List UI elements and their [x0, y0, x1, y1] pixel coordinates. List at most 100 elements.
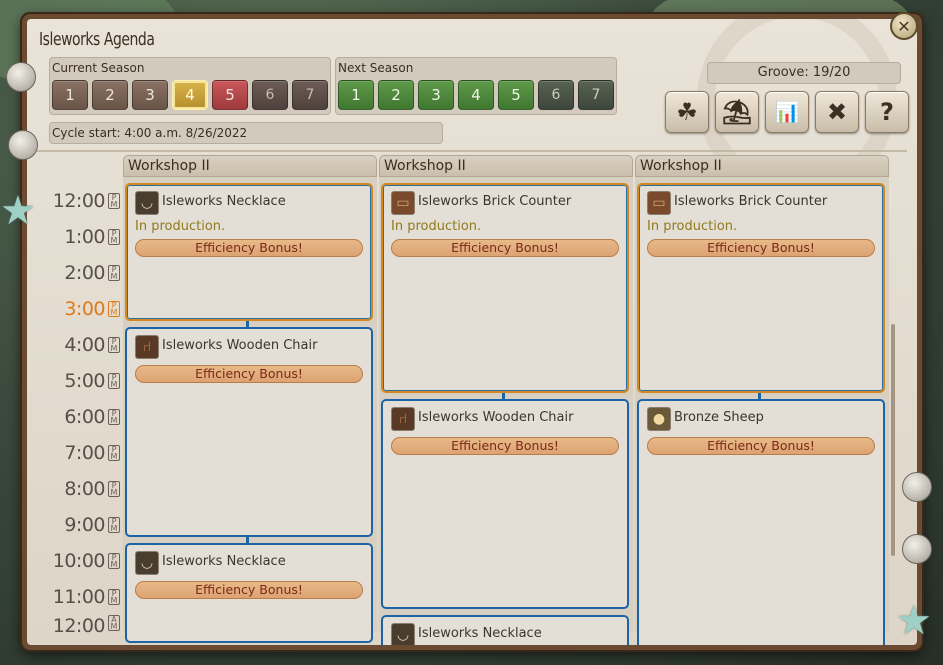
brick-counter-icon: ▭	[647, 191, 671, 215]
pm-indicator-icon: PM	[108, 517, 120, 533]
rest-day-number: 7	[591, 87, 601, 103]
item-name: Bronze Sheep	[674, 410, 764, 425]
next-season-day-4[interactable]: 4	[458, 80, 494, 110]
pm-indicator-icon: PM	[108, 337, 120, 353]
workshop-header: Workshop II	[123, 155, 377, 177]
time-label: 11:00	[52, 586, 106, 608]
wooden-chair-icon: ⑁	[391, 407, 415, 431]
workshop-header: Workshop II	[379, 155, 633, 177]
time-row: 1:00 P M	[27, 219, 122, 255]
item-name: Isleworks Wooden Chair	[418, 410, 574, 425]
cancel-icon[interactable]: ✖	[815, 91, 859, 133]
bronze-sheep-icon: ●	[647, 407, 671, 431]
next-season-panel: Next Season 1 2 3 4 5 6 7	[335, 57, 617, 115]
workshop-column-1: Workshop II ◡ Isleworks Necklace In prod…	[123, 151, 377, 643]
next-season-day-6-rest[interactable]: 6	[538, 80, 574, 110]
item-name: Isleworks Brick Counter	[674, 194, 828, 209]
time-row: 12:00 P M	[27, 183, 122, 219]
time-label: 9:00	[64, 514, 105, 536]
production-status: In production.	[391, 219, 482, 234]
next-season-day-3[interactable]: 3	[418, 80, 454, 110]
schedule-slot[interactable]: ▭ Isleworks Brick Counter In production.…	[381, 183, 629, 393]
groove-status: Groove: 19/20	[707, 62, 901, 84]
next-season-day-1[interactable]: 1	[338, 80, 374, 110]
current-season-day-3[interactable]: 3	[132, 80, 168, 110]
efficiency-bonus-badge: Efficiency Bonus!	[135, 581, 363, 599]
production-status: In production.	[135, 219, 226, 234]
pm-indicator-icon: PM	[108, 229, 120, 245]
workshop-column-2: Workshop II ▭ Isleworks Brick Counter In…	[379, 151, 633, 645]
current-season-panel: Current Season 1 2 3 4 5 6 7	[49, 57, 331, 115]
shell-ornament-icon	[902, 534, 932, 564]
efficiency-bonus-badge: Efficiency Bonus!	[135, 365, 363, 383]
shell-ornament-icon	[6, 62, 36, 92]
time-row: 12:00 A M	[27, 615, 122, 635]
next-season-day-2[interactable]: 2	[378, 80, 414, 110]
help-icon[interactable]: ?	[865, 91, 909, 133]
current-season-day-1[interactable]: 1	[52, 80, 88, 110]
pm-indicator-icon: PM	[108, 445, 120, 461]
item-name: Isleworks Brick Counter	[418, 194, 572, 209]
efficiency-bonus-badge: Efficiency Bonus!	[391, 239, 619, 257]
next-season-day-5[interactable]: 5	[498, 80, 534, 110]
pm-indicator-icon: PM	[108, 301, 120, 317]
time-row-current: 3:00 P M	[27, 291, 122, 327]
shell-ornament-icon	[8, 130, 38, 160]
pm-indicator-icon: PM	[108, 409, 120, 425]
toolbar: ☘ ⛱ 📊 ✖ ?	[665, 91, 909, 133]
time-row: 9:00 P M	[27, 507, 122, 543]
current-time-label: 3:00	[64, 298, 105, 320]
scrollbar[interactable]	[891, 324, 895, 556]
starfish-ornament-icon: ★	[896, 598, 932, 644]
item-name: Isleworks Necklace	[162, 554, 286, 569]
rest-day-number: 7	[305, 87, 315, 103]
necklace-icon: ◡	[391, 623, 415, 645]
schedule-slot[interactable]: ◡ Isleworks Necklace In production. Effi…	[125, 183, 373, 321]
current-season-day-6-rest[interactable]: 6	[252, 80, 288, 110]
time-row: 8:00 P M	[27, 471, 122, 507]
schedule-slot[interactable]: ⑁ Isleworks Wooden Chair Efficiency Bonu…	[381, 399, 629, 609]
time-label: 8:00	[64, 478, 105, 500]
pm-indicator-icon: PM	[108, 373, 120, 389]
schedule-slot[interactable]: ◡ Isleworks Necklace	[381, 615, 629, 645]
season-palette-icon[interactable]: ☘	[665, 91, 709, 133]
schedule-slot[interactable]: ⑁ Isleworks Wooden Chair Efficiency Bonu…	[125, 327, 373, 537]
time-label: 7:00	[64, 442, 105, 464]
close-icon[interactable]: ✕	[890, 12, 918, 40]
isleworks-agenda-window: Isleworks Agenda Current Season 1 2 3 4 …	[22, 14, 922, 650]
current-season-day-4-selected[interactable]: 4	[172, 80, 208, 110]
schedule-slot[interactable]: ◡ Isleworks Necklace Efficiency Bonus!	[125, 543, 373, 643]
workshop-column-3: Workshop II ▭ Isleworks Brick Counter In…	[635, 151, 889, 645]
time-row: 2:00 P M	[27, 255, 122, 291]
wooden-chair-icon: ⑁	[135, 335, 159, 359]
time-row: 11:00 P M	[27, 579, 122, 615]
time-label: 4:00	[64, 334, 105, 356]
time-row: 6:00 P M	[27, 399, 122, 435]
rest-day-number: 6	[265, 87, 275, 103]
current-season-day-2[interactable]: 2	[92, 80, 128, 110]
time-label: 10:00	[52, 550, 106, 572]
item-name: Isleworks Wooden Chair	[162, 338, 318, 353]
workshop-header: Workshop II	[635, 155, 889, 177]
schedule-slot[interactable]: ● Bronze Sheep Efficiency Bonus!	[637, 399, 885, 645]
brick-counter-icon: ▭	[391, 191, 415, 215]
current-season-day-5[interactable]: 5	[212, 80, 248, 110]
schedule-slot[interactable]: ▭ Isleworks Brick Counter In production.…	[637, 183, 885, 393]
item-name: Isleworks Necklace	[418, 626, 542, 641]
supply-demand-icon[interactable]: 📊	[765, 91, 809, 133]
time-label: 12:00	[52, 190, 106, 212]
necklace-icon: ◡	[135, 551, 159, 575]
pm-indicator-icon: PM	[108, 265, 120, 281]
time-row: 5:00 P M	[27, 363, 122, 399]
time-label: 2:00	[64, 262, 105, 284]
next-season-day-7-rest[interactable]: 7	[578, 80, 614, 110]
time-row: 7:00 P M	[27, 435, 122, 471]
current-season-day-7-rest[interactable]: 7	[292, 80, 328, 110]
efficiency-bonus-badge: Efficiency Bonus!	[391, 437, 619, 455]
necklace-icon: ◡	[135, 191, 159, 215]
rest-day-icon[interactable]: ⛱	[715, 91, 759, 133]
next-season-label: Next Season	[338, 61, 414, 75]
pm-indicator-icon: PM	[108, 553, 120, 569]
am-indicator-icon: AM	[108, 615, 120, 631]
pm-indicator-icon: PM	[108, 481, 120, 497]
